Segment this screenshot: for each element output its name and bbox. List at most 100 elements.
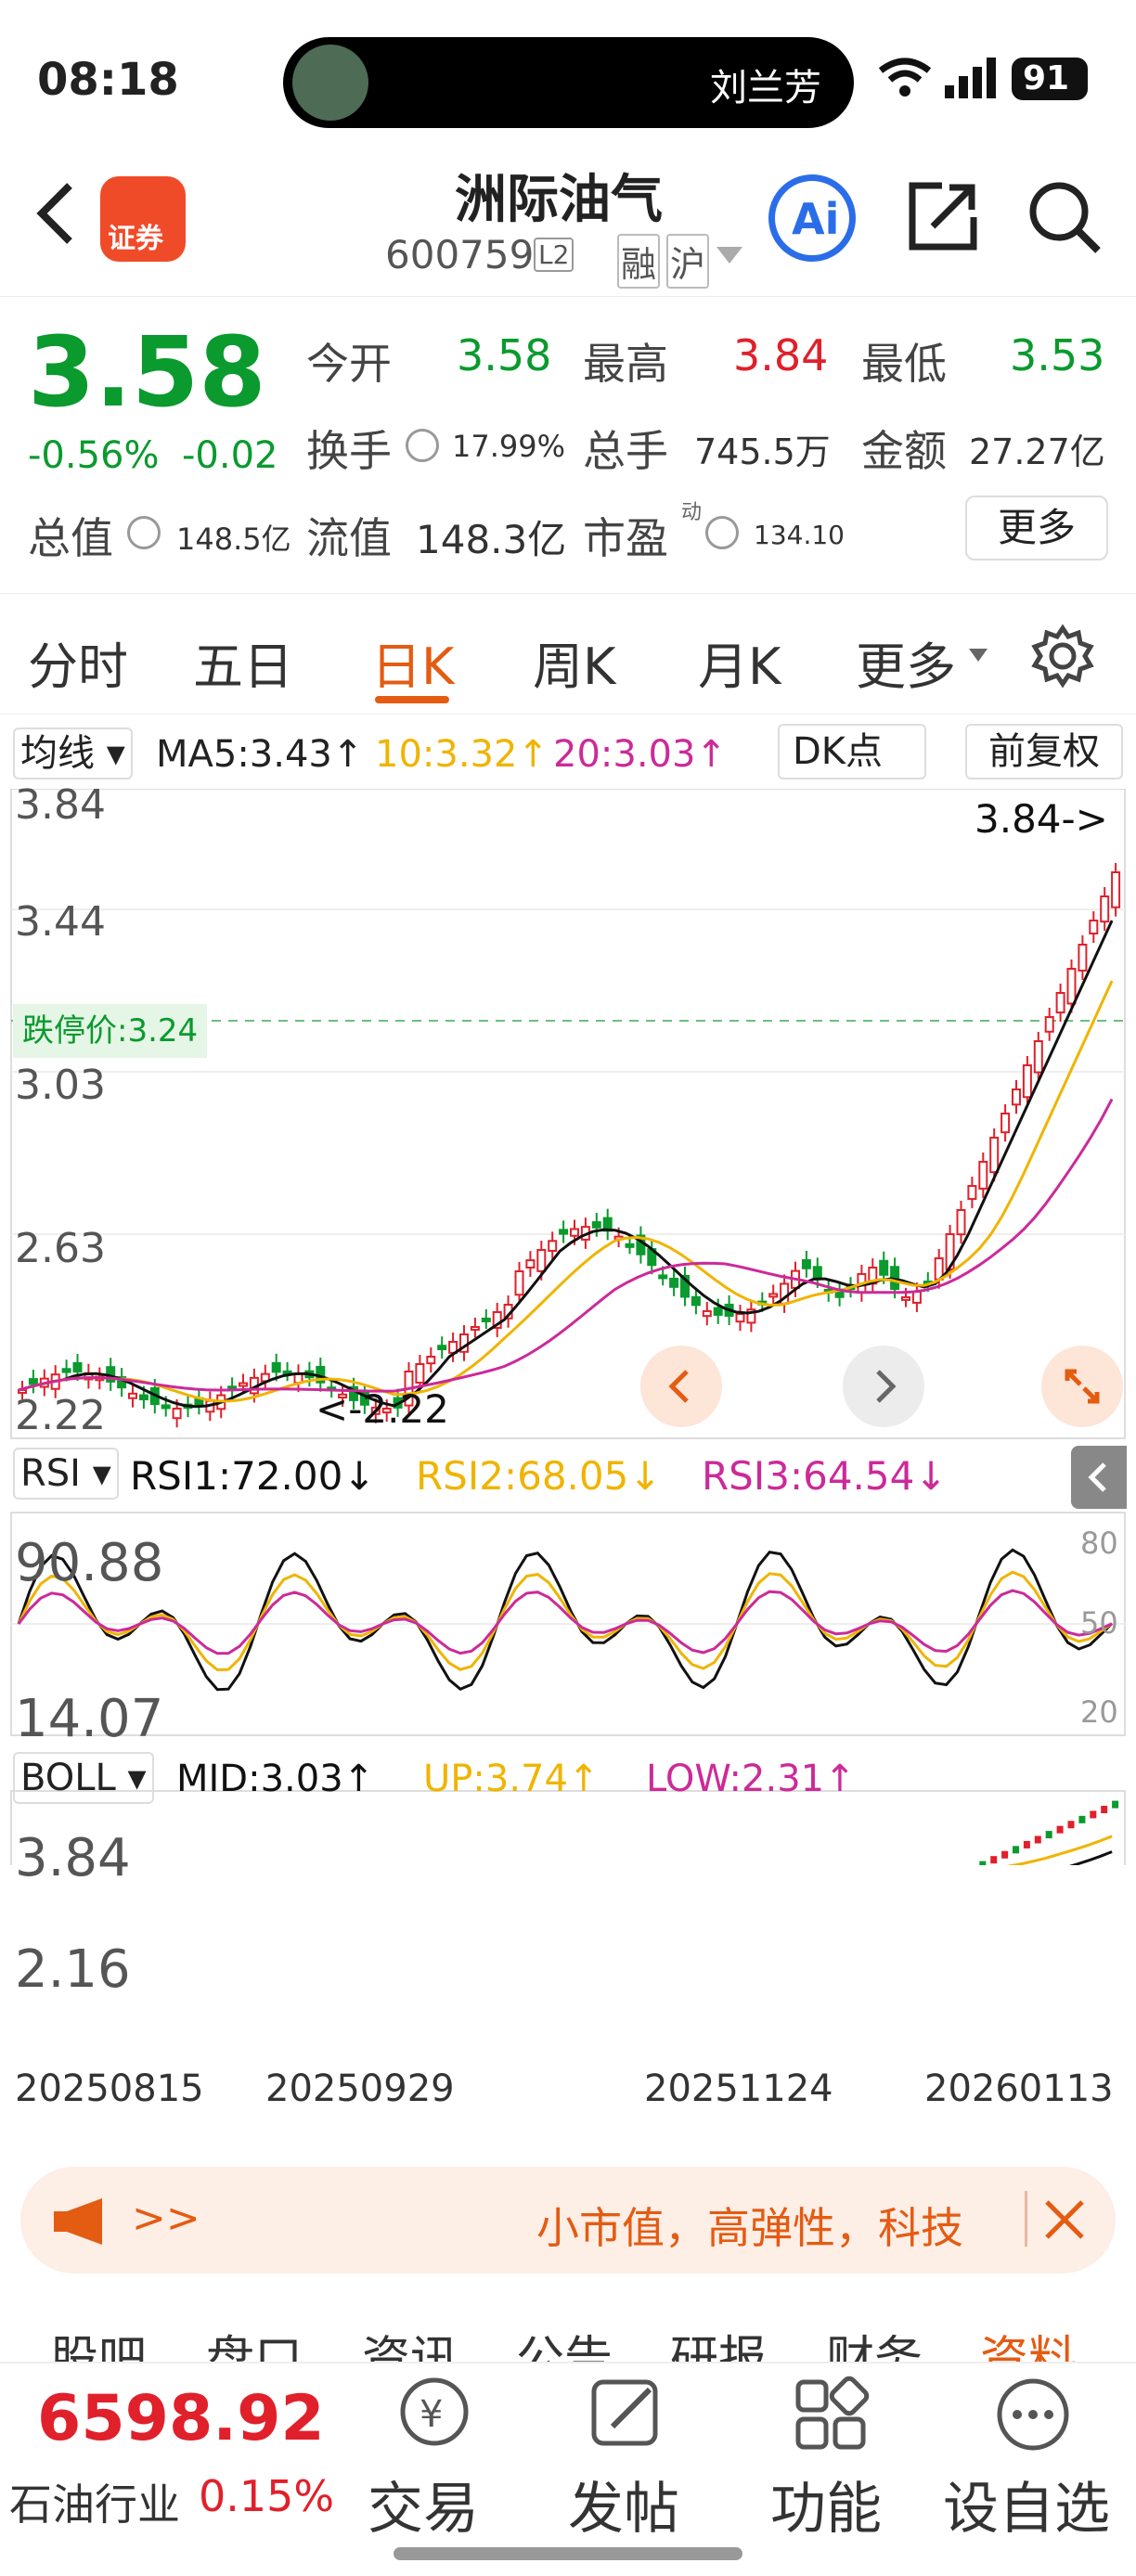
candle [1022, 1064, 1032, 1099]
promo-banner[interactable]: >> 小市值，高弹性，科技 [20, 2167, 1116, 2273]
boll-candle [1045, 1831, 1052, 1839]
status-bar: 08:18 刘兰芳 91 [0, 0, 1136, 158]
rsi-selector[interactable]: RSI ▾ [13, 1448, 119, 1500]
prev-button[interactable] [640, 1346, 722, 1427]
rsi-y-min: 14.07 [15, 1689, 164, 1749]
rsi-y-max: 90.88 [15, 1533, 164, 1593]
float-cap-value: 148.3亿 [416, 517, 567, 562]
y-label-min: 2.22 [15, 1392, 106, 1439]
function-icon[interactable] [791, 2373, 874, 2456]
kline-chart-area[interactable]: 均线 ▾ MA5:3.43↑ 10:3.32↑ 20:3.03↑ DK点 前复权… [0, 715, 1136, 2144]
candle [514, 1270, 524, 1296]
candle [801, 1258, 811, 1269]
candle [415, 1363, 425, 1384]
broker-logo[interactable]: 证券 [100, 176, 186, 262]
chevron-down-icon[interactable] [716, 247, 742, 267]
tab-profile[interactable]: 资料 [980, 2320, 1077, 2363]
change-amount: -0.02 [182, 434, 278, 477]
boll-candle [979, 1861, 987, 1865]
trade-icon[interactable]: ¥ [388, 2371, 481, 2454]
post-icon[interactable] [585, 2373, 668, 2456]
ma10-value: 10:3.32↑ [375, 733, 549, 776]
boll-candle [1001, 1850, 1009, 1859]
rsi3-value: RSI3:64.54↓ [702, 1453, 948, 1499]
info-icon[interactable] [127, 516, 161, 549]
tab-orderbook[interactable]: 盘口 [206, 2320, 303, 2363]
tab-forum[interactable]: 股吧 [50, 2320, 147, 2363]
search-icon[interactable] [1026, 178, 1102, 258]
tab-announcements[interactable]: 公告 [516, 2320, 613, 2363]
ai-button[interactable]: Ai [768, 174, 856, 262]
candle [989, 1137, 1000, 1174]
tab-five-day[interactable]: 五日 [193, 625, 293, 699]
rsi1-line [17, 1548, 1114, 1692]
battery-level: 91 [1023, 59, 1070, 97]
divider [0, 2362, 1136, 2363]
gear-icon[interactable] [1030, 624, 1095, 692]
tab-intraday[interactable]: 分时 [28, 625, 128, 699]
boll-candle [990, 1856, 998, 1864]
tab-weekly-k[interactable]: 周K [533, 625, 615, 699]
high-marker: 3.84-> [975, 796, 1108, 842]
candle [28, 1378, 38, 1385]
info-icon[interactable] [406, 429, 439, 462]
amount-label: 金额 [861, 426, 947, 476]
tab-more[interactable]: 更多 [856, 625, 956, 699]
adjust-button[interactable]: 前复权 [965, 724, 1123, 779]
next-button[interactable] [843, 1346, 924, 1427]
boll-pane-frame [10, 1790, 1126, 1865]
candle [161, 1404, 171, 1410]
industry-index[interactable]: 6598.92 [37, 2382, 325, 2455]
close-icon[interactable] [1043, 2198, 1086, 2245]
y-label: 3.03 [15, 1062, 106, 1109]
back-button[interactable] [28, 176, 93, 260]
candle [426, 1356, 436, 1365]
more-dots-icon[interactable] [991, 2373, 1075, 2456]
boll-candle [1013, 1846, 1019, 1854]
ma5-line [18, 920, 1114, 1409]
share-icon[interactable] [905, 178, 981, 258]
candle [1111, 871, 1121, 908]
quote-panel: 3.58 -0.56% -0.02 今开 3.58 最高 3.84 最低 3.5… [0, 297, 1136, 594]
dk-point-button[interactable]: DK点 [778, 724, 926, 779]
rsi-ref-80: 80 [1080, 1526, 1118, 1561]
candle [1044, 1016, 1054, 1033]
boll-candle [1112, 1800, 1119, 1809]
candle [812, 1266, 822, 1280]
avatar [292, 45, 368, 121]
tab-indicator [375, 696, 449, 703]
collapse-panel-button[interactable] [1071, 1446, 1127, 1509]
ma-selector[interactable]: 均线 ▾ [13, 728, 133, 779]
tab-financials[interactable]: 财务 [826, 2320, 923, 2363]
tab-daily-k[interactable]: 日K [371, 625, 454, 699]
dynamic-island: 刘兰芳 [283, 37, 854, 128]
boll-selector[interactable]: BOLL ▾ [13, 1752, 154, 1804]
status-time: 08:18 [37, 54, 179, 106]
nav-add-watchlist[interactable]: 设自选 [943, 2464, 1110, 2544]
nav-function[interactable]: 功能 [770, 2464, 882, 2544]
fullscreen-button[interactable] [1041, 1346, 1123, 1427]
boll-candle [1023, 1840, 1030, 1848]
candle [911, 1291, 922, 1304]
candle [702, 1309, 712, 1318]
boll-up-value: UP:3.74↑ [423, 1758, 600, 1800]
candle [525, 1259, 536, 1269]
tab-news[interactable]: 资讯 [362, 2320, 458, 2363]
megaphone-icon [54, 2198, 115, 2248]
market-cap-value: 148.5亿 [176, 522, 291, 557]
date-label: 20251124 [644, 2067, 833, 2110]
nav-trade[interactable]: 交易 [368, 2464, 479, 2544]
tab-research[interactable]: 研报 [670, 2320, 767, 2363]
candle [1012, 1088, 1021, 1106]
candle [536, 1248, 547, 1272]
chart-svg [10, 789, 1126, 1865]
nav-post[interactable]: 发帖 [568, 2464, 679, 2544]
industry-name[interactable]: 石油行业 [9, 2471, 180, 2532]
rsi-ref-20: 20 [1080, 1694, 1118, 1730]
more-button[interactable]: 更多 [965, 496, 1108, 560]
info-icon[interactable] [705, 516, 739, 549]
tab-monthly-k[interactable]: 月K [698, 625, 781, 699]
candle [901, 1295, 910, 1301]
level2-badge: L2 [534, 238, 574, 272]
candle [437, 1345, 447, 1350]
